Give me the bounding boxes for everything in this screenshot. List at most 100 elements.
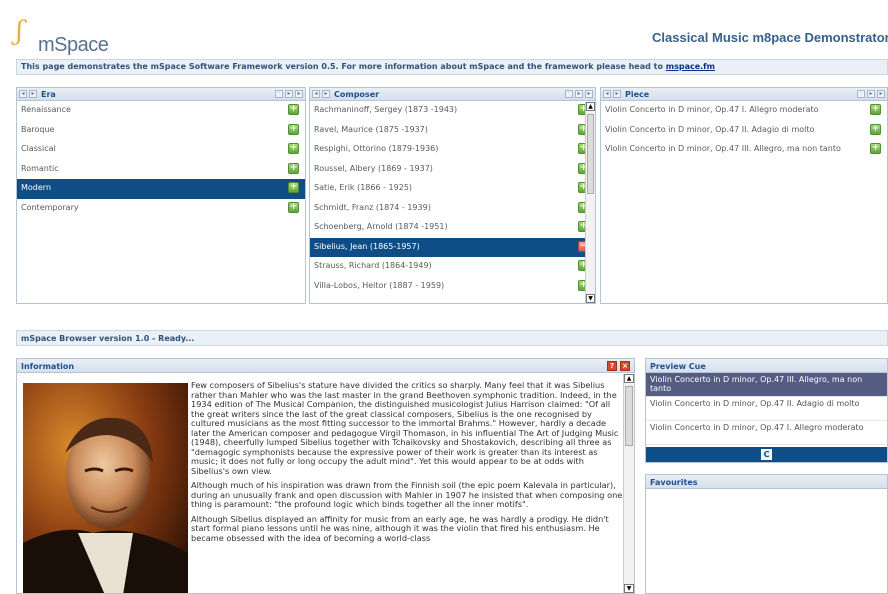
move-right-icon[interactable]: ▸ <box>322 90 330 98</box>
scroll-up-icon[interactable]: ▲ <box>586 102 595 111</box>
list-item-label: Respighi, Ottorino (1879-1936) <box>314 144 439 153</box>
move-right-icon[interactable]: ▸ <box>613 90 621 98</box>
list-item-label: Violin Concerto in D minor, Op.47 I. All… <box>605 105 819 114</box>
list-item-label: Modern <box>21 183 52 192</box>
list-item[interactable]: Baroque + <box>17 121 305 141</box>
list-item[interactable]: Modern + <box>17 179 305 199</box>
plus-icon[interactable]: + <box>288 104 299 115</box>
list-item[interactable]: Contemporary + <box>17 199 305 219</box>
list-item[interactable]: Schoenberg, Arnold (1874 -1951) + <box>310 218 595 238</box>
plus-icon[interactable]: + <box>870 123 881 135</box>
plus-icon[interactable]: + <box>288 201 299 213</box>
column-header: ◂ ▸ Era · ▸ ▸ <box>17 88 305 101</box>
sort-icon[interactable]: · <box>565 90 573 98</box>
list-item[interactable]: Roussel, Albery (1869 - 1937) + <box>310 160 595 180</box>
information-scrollbar[interactable]: ▲ ▼ <box>623 374 634 593</box>
plus-icon[interactable]: + <box>870 143 881 154</box>
collapse-icon[interactable]: ▸ <box>867 90 875 98</box>
plus-icon[interactable]: + <box>288 162 299 174</box>
cue-item[interactable]: Violin Concerto in D minor, Op.47 I. All… <box>646 421 887 445</box>
panel-header: Preview Cue <box>646 359 887 373</box>
list-item-label: Contemporary <box>21 202 79 212</box>
panel-title: Preview Cue <box>650 362 706 371</box>
panel-title: Information <box>21 362 75 371</box>
scroll-down-icon[interactable]: ▼ <box>586 294 595 303</box>
list-item-label: Villa-Lobos, Heitor (1887 - 1959) <box>314 280 445 290</box>
logo-swirl-icon: ʃ <box>16 16 24 46</box>
list-item-label: Renaissance <box>21 105 71 114</box>
move-left-icon[interactable]: ◂ <box>19 90 27 98</box>
list-item-label: Violin Concerto in D minor, Op.47 II. Ad… <box>605 124 815 134</box>
plus-icon[interactable]: + <box>288 182 299 193</box>
collapse-icon[interactable]: ▸ <box>575 90 583 98</box>
list-item-label: Schmidt, Franz (1874 - 1939) <box>314 202 431 212</box>
close-icon[interactable]: ▸ <box>295 90 303 98</box>
collapse-icon[interactable]: ▸ <box>285 90 293 98</box>
info-text: This page demonstrates the mSpace Softwa… <box>21 62 666 71</box>
list-item-label: Satie, Erik (1866 - 1925) <box>314 183 413 192</box>
bio-paragraph: Although Sibelius displayed an affinity … <box>191 513 609 543</box>
panel-header: Favourites <box>646 475 887 489</box>
composer-portrait <box>23 383 188 593</box>
biography-text: Few composers of Sibelius's stature have… <box>191 380 623 548</box>
scroll-thumb[interactable] <box>587 114 594 194</box>
help-icon[interactable]: ? <box>607 361 617 371</box>
panel-title: Favourites <box>650 478 698 487</box>
list-item[interactable]: Renaissance + <box>17 101 305 121</box>
column-composer: ◂ ▸ Composer · ▸ ▸ Rachmaninoff, Sergey (18… <box>309 87 596 304</box>
list-item[interactable]: Schmidt, Franz (1874 - 1939) + <box>310 199 595 219</box>
play-icon[interactable]: C <box>761 449 772 460</box>
list-item-label: Romantic <box>21 163 59 173</box>
list-item-label: Strauss, Richard (1864-1949) <box>314 261 432 270</box>
bio-paragraph: Few composers of Sibelius's stature have… <box>191 380 619 476</box>
move-right-icon[interactable]: ▸ <box>29 90 37 98</box>
column-era: ◂ ▸ Era · ▸ ▸ Renaissance + Baroque + Classical… <box>16 87 306 304</box>
composer-list: Rachmaninoff, Sergey (1873 -1943) + Ravel,… <box>310 101 595 296</box>
list-item[interactable]: Sibelius, Jean (1865-1957) − <box>310 237 595 257</box>
list-item[interactable]: Violin Concerto in D minor, Op.47 II. Ad… <box>601 121 887 141</box>
list-item-label: Sibelius, Jean (1865-1957) <box>314 241 420 251</box>
close-icon[interactable]: ▸ <box>877 90 885 98</box>
cue-item[interactable]: Violin Concerto in D minor, Op.47 II. Ad… <box>646 397 887 421</box>
play-bar: C <box>646 447 887 462</box>
column-header: ◂ ▸ Piece · ▸ ▸ <box>601 88 887 101</box>
list-item[interactable]: Violin Concerto in D minor, Op.47 III. A… <box>601 140 887 160</box>
column-title: Composer <box>334 90 380 99</box>
column-title: Piece <box>625 90 650 99</box>
close-icon[interactable]: ▸ <box>585 90 593 98</box>
move-left-icon[interactable]: ◂ <box>603 90 611 98</box>
scroll-up-icon[interactable]: ▲ <box>624 374 634 383</box>
close-icon[interactable]: × <box>620 361 630 371</box>
column-title: Era <box>41 90 56 99</box>
column-piece: ◂ ▸ Piece · ▸ ▸ Violin Concerto in D minor,… <box>600 87 888 304</box>
cue-list: Violin Concerto in D minor, Op.47 III. A… <box>646 373 887 445</box>
move-left-icon[interactable]: ◂ <box>312 90 320 98</box>
list-item[interactable]: Rachmaninoff, Sergey (1873 -1943) + <box>310 101 595 121</box>
scroll-down-icon[interactable]: ▼ <box>624 584 634 593</box>
list-item[interactable]: Classical + <box>17 140 305 160</box>
plus-icon[interactable]: + <box>288 143 299 154</box>
mspace-link[interactable]: mspace.fm <box>666 62 715 71</box>
list-item[interactable]: Villa-Lobos, Heitor (1887 - 1959) + <box>310 277 595 297</box>
composer-scrollbar[interactable]: ▲ ▼ <box>585 102 595 303</box>
panel-header: Information ? × <box>17 359 634 373</box>
list-item[interactable]: Romantic + <box>17 160 305 180</box>
list-item[interactable]: Violin Concerto in D minor, Op.47 I. All… <box>601 101 887 121</box>
plus-icon[interactable]: + <box>288 123 299 135</box>
list-item[interactable]: Satie, Erik (1866 - 1925) + <box>310 179 595 199</box>
list-item[interactable]: Strauss, Richard (1864-1949) + <box>310 257 595 277</box>
plus-icon[interactable]: + <box>870 104 881 115</box>
sort-icon[interactable]: · <box>857 90 865 98</box>
list-item-label: Violin Concerto in D minor, Op.47 III. A… <box>605 144 841 153</box>
info-bar: This page demonstrates the mSpace Softwa… <box>16 59 888 75</box>
cue-item[interactable]: Violin Concerto in D minor, Op.47 III. A… <box>646 373 887 397</box>
list-item[interactable]: Ravel, Maurice (1875 -1937) + <box>310 121 595 141</box>
app-title: Classical Music m8pace Demonstrator <box>652 30 888 45</box>
list-item-label: Rachmaninoff, Sergey (1873 -1943) <box>314 105 458 114</box>
sort-icon[interactable]: · <box>275 90 283 98</box>
list-item-label: Ravel, Maurice (1875 -1937) <box>314 124 428 134</box>
list-item[interactable]: Respighi, Ottorino (1879-1936) + <box>310 140 595 160</box>
scroll-thumb[interactable] <box>625 386 633 446</box>
preview-cue-panel: Preview Cue Violin Concerto in D minor, … <box>645 358 888 463</box>
list-item-label: Classical <box>21 144 56 153</box>
